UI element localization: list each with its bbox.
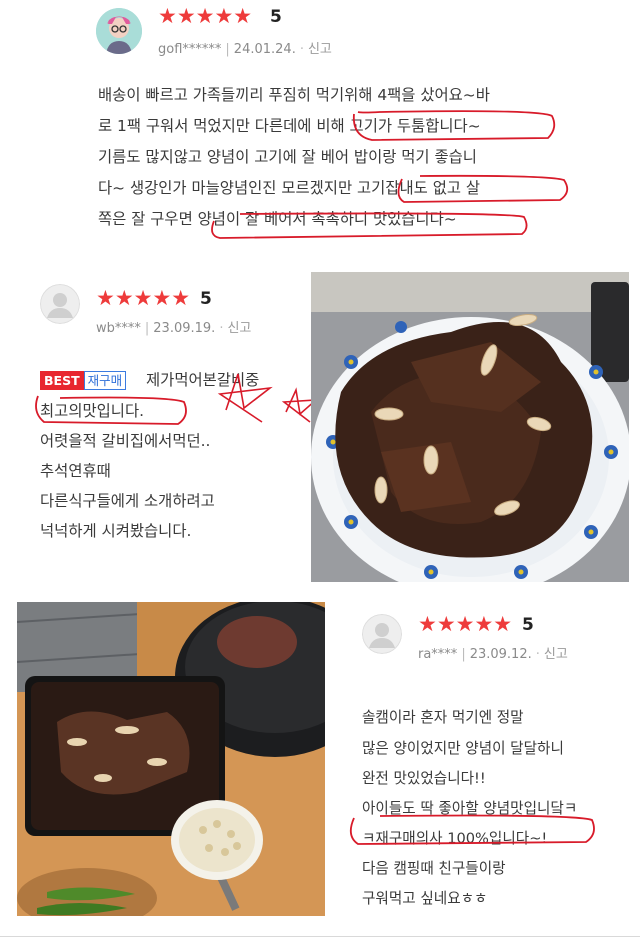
review-date: 23.09.12. — [469, 647, 532, 662]
review-line: 많은 양이었지만 양념이 달달하니 — [362, 740, 564, 757]
review-text: 최고의맛입니다. 어렷을적 갈비집에서먹던.. 추석연휴때 다른식구들에게 소개… — [40, 396, 215, 546]
review-line: 최고의맛입니다. — [40, 402, 145, 420]
review-photo[interactable] — [311, 272, 629, 582]
report-link[interactable]: 신고 — [308, 42, 332, 57]
review-line: 솔캠이라 혼자 먹기엔 정말 — [362, 709, 524, 726]
review-line: 기름도 많지않고 양념이 고기에 잘 베어 밥이랑 먹기 좋습니 — [98, 148, 477, 166]
review-line: 완전 맛있었습니다!! — [362, 770, 486, 787]
default-avatar-icon — [362, 614, 402, 654]
review-line: 로 1팩 구워서 먹었지만 다른데에 비해 고기가 두툼합니다~ — [98, 117, 481, 135]
review-meta: ra**** | 23.09.12. · 신고 — [418, 647, 568, 662]
review-line: 추석연휴때 — [40, 462, 111, 480]
review-text: 솔캠이라 혼자 먹기엔 정말 많은 양이었지만 양념이 달달하니 — [362, 702, 564, 764]
review-line: 넉넉하게 시켜봤습니다. — [40, 522, 192, 540]
reviewer-id: ra**** — [418, 647, 458, 662]
review-date: 24.01.24. — [233, 42, 296, 57]
rating-stars: ★★★★★ — [158, 4, 253, 28]
best-badge: BEST — [40, 371, 84, 390]
bottom-divider — [0, 936, 640, 937]
review-line: 배송이 빠르고 가족들끼리 푸짐히 먹기위해 4팩을 샀어요~바 — [98, 86, 490, 104]
reviewer-id: gofl****** — [158, 42, 222, 57]
review-line: 어렷을적 갈비집에서먹던.. — [40, 432, 211, 450]
review-line: 쪽은 잘 구우면 양념이 잘 베어서 촉촉하니 맛있습니다~ — [98, 210, 457, 228]
review-line: 아이들도 딱 좋아할 양념맛입니닼ㅋ — [362, 800, 578, 817]
review-meta: wb**** | 23.09.19. · 신고 — [96, 321, 252, 336]
rating-score: 5 — [200, 289, 212, 309]
review-line: 다른식구들에게 소개하려고 — [40, 492, 215, 510]
review-meta: gofl****** | 24.01.24. · 신고 — [158, 42, 332, 57]
reviewer-id: wb**** — [96, 321, 141, 336]
review-photo[interactable] — [17, 602, 325, 916]
review-date: 23.09.19. — [153, 321, 216, 336]
default-avatar-icon — [40, 284, 80, 324]
report-link[interactable]: 신고 — [544, 647, 568, 662]
review-line: 구워먹고 싶네요ㅎㅎ — [362, 890, 488, 907]
review-card-1: ★★★★★ 5 gofl****** | 24.01.24. · 신고 배송이 빠르고 … — [0, 0, 640, 262]
review-text: 완전 맛있었습니다!! 아이들도 딱 좋아할 양념맛입니닼ㅋ ㅋ재구매의사 10… — [362, 764, 577, 914]
rating-stars: ★★★★★ — [418, 612, 513, 636]
rating-stars: ★★★★★ — [96, 286, 191, 310]
user-avatar-icon — [96, 8, 142, 54]
rating-score: 5 — [522, 615, 534, 635]
review-line: ㅋ재구매의사 100%입니다~! — [362, 830, 548, 847]
review-card-3: ★★★★★ 5 ra**** | 23.09.12. · 신고 솔캠이라 혼자 먹기엔 … — [0, 592, 640, 932]
review-text: 배송이 빠르고 가족들끼리 푸짐히 먹기위해 4팩을 샀어요~바 로 1팩 구워… — [98, 80, 490, 235]
rating-score: 5 — [270, 7, 282, 27]
repurchase-badge: 재구매 — [83, 371, 127, 390]
review-line: 다~ 생강인가 마늘양념인진 모르겠지만 고기잡내도 없고 살 — [98, 179, 481, 197]
review-card-2: ★★★★★ 5 wb**** | 23.09.19. · 신고 BEST 재구매 제가먹어… — [0, 262, 640, 592]
review-line: 다음 캠핑때 친구들이랑 — [362, 860, 506, 877]
report-link[interactable]: 신고 — [227, 321, 251, 336]
review-line: 제가먹어본갈비중 — [146, 371, 260, 389]
review-text: 제가먹어본갈비중 — [146, 365, 259, 396]
review-badges: BEST 재구매 — [40, 370, 127, 390]
